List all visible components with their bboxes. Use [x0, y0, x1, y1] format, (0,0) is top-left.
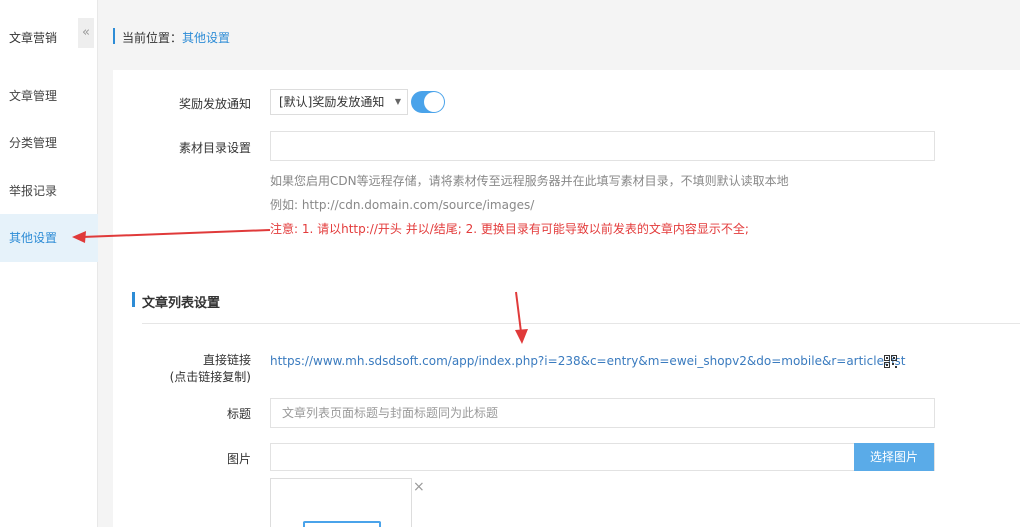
collapse-sidebar-button[interactable]: « [78, 18, 94, 48]
section-title: 文章列表设置 [142, 296, 221, 311]
choose-image-button[interactable]: 选择图片 [854, 443, 934, 471]
breadcrumb-marker [113, 28, 115, 44]
sidebar-item-report-records[interactable]: 举报记录 [0, 167, 98, 215]
sidebar-item-other-settings[interactable]: 其他设置 [0, 214, 98, 262]
qrcode-icon[interactable] [884, 355, 897, 368]
reward-notice-label: 奖励发放通知 [178, 97, 251, 111]
breadcrumb-current: 其他设置 [182, 31, 231, 45]
image-preview [270, 478, 412, 527]
section-marker [132, 292, 135, 307]
sidebar-title: 文章营销 [9, 31, 58, 45]
material-dir-warning: 注意: 1. 请以http://开头 并以/结尾; 2. 更换目录有可能导致以前… [270, 222, 749, 236]
reward-notice-toggle[interactable] [411, 91, 445, 113]
reward-notice-select[interactable]: [默认]奖励发放通知 ▼ [270, 89, 408, 115]
sidebar-item-article-management[interactable]: 文章管理 [0, 72, 98, 120]
reward-notice-selected-value: [默认]奖励发放通知 [279, 95, 385, 109]
direct-link-url[interactable]: https://www.mh.sdsdsoft.com/app/index.ph… [270, 354, 905, 368]
dropdown-caret-icon: ▼ [394, 97, 401, 106]
direct-link-label: 直接链接 [202, 353, 251, 367]
material-dir-input[interactable] [270, 131, 935, 161]
remove-image-icon[interactable]: × [413, 479, 425, 495]
material-dir-label: 素材目录设置 [178, 141, 251, 155]
sidebar-item-category-management[interactable]: 分类管理 [0, 119, 98, 167]
title-input[interactable] [270, 398, 935, 428]
material-dir-example: 例如: http://cdn.domain.com/source/images/ [270, 198, 535, 212]
direct-link-sublabel: (点击链接复制) [169, 370, 251, 384]
image-field-label: 图片 [226, 452, 251, 466]
sidebar: 文章营销 « 文章管理 分类管理 举报记录 其他设置 [0, 0, 98, 527]
breadcrumb-prefix: 当前位置： [122, 31, 183, 45]
image-path-input[interactable] [270, 443, 935, 471]
breadcrumb: 当前位置：其他设置 [99, 0, 1020, 70]
title-field-label: 标题 [226, 407, 251, 421]
toggle-knob [424, 92, 444, 112]
image-placeholder [303, 521, 381, 527]
section-divider [142, 323, 1020, 324]
material-dir-help: 如果您启用CDN等远程存储，请将素材传至远程服务器并在此填写素材目录，不填则默认… [270, 174, 789, 188]
